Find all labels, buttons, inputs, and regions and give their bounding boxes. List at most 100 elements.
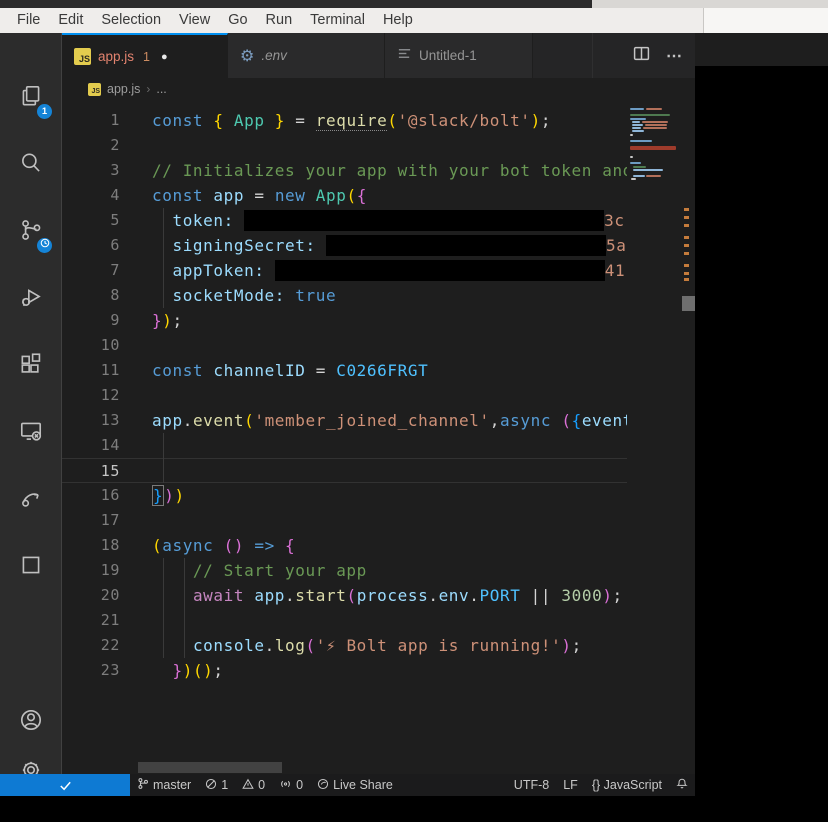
status-item-0[interactable]: 0 <box>272 778 310 793</box>
indent-guide <box>163 208 164 308</box>
menu-edit[interactable]: Edit <box>49 8 92 33</box>
more-actions-icon[interactable]: ⋯ <box>666 46 683 66</box>
menu-file[interactable]: File <box>8 8 49 33</box>
explorer-icon[interactable]: 1 <box>0 71 62 121</box>
code-editor[interactable]: 1const { App } = require('@slack/bolt');… <box>62 100 695 774</box>
tab-error-count: 1 <box>143 50 150 64</box>
remote-explorer-icon[interactable] <box>0 406 62 456</box>
horizontal-scrollbar-thumb[interactable] <box>138 762 282 773</box>
ports-icon <box>279 778 292 793</box>
minimap-line <box>643 127 667 129</box>
line-content: const app = new App({ <box>152 183 367 208</box>
breadcrumb[interactable]: JS app.js › ... <box>62 78 695 100</box>
minimap[interactable] <box>630 108 678 348</box>
live-share-icon <box>317 778 329 793</box>
code-line-12: 12 <box>62 383 627 408</box>
menu-selection[interactable]: Selection <box>92 8 170 33</box>
status-item-0[interactable]: 0 <box>235 778 272 793</box>
line-number: 16 <box>62 483 120 508</box>
minimap-line <box>633 166 646 168</box>
overview-ruler-mark <box>684 208 689 211</box>
status-item-utf-8[interactable]: UTF-8 <box>507 778 556 792</box>
minimap-line <box>630 118 646 120</box>
menu-help[interactable]: Help <box>374 8 422 33</box>
status-item-1[interactable]: 1 <box>198 778 235 793</box>
overview-ruler-mark <box>684 216 689 219</box>
status-label: 1 <box>221 778 228 792</box>
status-label: Live Share <box>333 778 393 792</box>
status-bar: master100Live ShareUTF-8LF{} JavaScript <box>0 774 695 796</box>
code-line-15: 15 <box>62 458 627 483</box>
line-number: 20 <box>62 583 120 608</box>
line-content: token: 3c <box>152 208 625 233</box>
extensions-icon[interactable] <box>0 339 62 389</box>
tab-label: .env <box>261 48 287 63</box>
code-line-10: 10 <box>62 333 627 358</box>
minimap-line <box>630 156 633 158</box>
code-line-22: 22 console.log('⚡ Bolt app is running!')… <box>62 633 627 658</box>
code-line-16: 16})) <box>62 483 627 508</box>
source-control-icon[interactable] <box>0 205 62 255</box>
status-label: UTF-8 <box>514 778 549 792</box>
menu-terminal[interactable]: Terminal <box>301 8 374 33</box>
menu-go[interactable]: Go <box>219 8 256 33</box>
minimap-line <box>630 162 641 164</box>
line-number: 18 <box>62 533 120 558</box>
remote-indicator[interactable] <box>0 774 130 796</box>
line-content: appToken: 41 <box>152 258 625 283</box>
editor-actions: ⋯ <box>633 33 683 78</box>
overview-ruler-mark <box>684 264 689 267</box>
indent-guide <box>163 433 164 483</box>
js-file-icon: JS <box>88 83 101 96</box>
minimap-line <box>646 175 661 177</box>
code-line-6: 6 signingSecret: 5a <box>62 233 627 258</box>
status-item-master[interactable]: master <box>130 777 198 793</box>
line-number: 8 <box>62 283 120 308</box>
status-item-bell-icon[interactable] <box>669 777 695 793</box>
status-label: 0 <box>296 778 303 792</box>
run-debug-icon[interactable] <box>0 272 62 322</box>
status-item-live-share[interactable]: Live Share <box>310 778 400 793</box>
minimap-line <box>633 175 645 177</box>
warning-icon <box>242 778 254 793</box>
code-line-17: 17 <box>62 508 627 533</box>
minimap-line <box>632 130 644 132</box>
vscode-main-area: 11 ⋯ JSapp.js1●⚙.envUntitled-1 JS app.js… <box>0 33 828 774</box>
status-item--javascript[interactable]: {} JavaScript <box>585 778 669 792</box>
background-window-strip <box>592 0 828 8</box>
square-tool-icon[interactable] <box>0 540 62 590</box>
minimap-line <box>630 134 633 136</box>
line-content: })(); <box>152 658 224 683</box>
line-number: 13 <box>62 408 120 433</box>
live-share-icon[interactable] <box>0 473 62 523</box>
code-line-13: 13app.event('member_joined_channel',asyn… <box>62 408 627 433</box>
line-content: // Initializes your app with your bot to… <box>152 158 627 183</box>
vertical-scrollbar-thumb[interactable] <box>682 296 695 311</box>
minimap-line <box>630 140 652 142</box>
tab-untitled-1[interactable]: Untitled-1 <box>385 33 533 78</box>
breadcrumb-more[interactable]: ... <box>156 82 166 96</box>
accounts-icon[interactable] <box>0 695 62 745</box>
code-line-5: 5 token: 3c <box>62 208 627 233</box>
error-icon <box>205 778 217 793</box>
window-top-strip <box>0 0 592 8</box>
menu-bar: FileEditSelectionViewGoRunTerminalHelp <box>0 8 703 33</box>
redacted-secret <box>326 235 606 256</box>
tab-app-js[interactable]: JSapp.js1● <box>62 33 228 78</box>
menu-view[interactable]: View <box>170 8 219 33</box>
minimap-line <box>646 108 662 110</box>
menu-run[interactable]: Run <box>257 8 302 33</box>
breadcrumb-file[interactable]: app.js <box>107 82 140 96</box>
code-line-11: 11const channelID = C0266FRGT <box>62 358 627 383</box>
search-icon[interactable] <box>0 138 62 188</box>
tab--env[interactable]: ⚙.env <box>228 33 385 78</box>
minimap-line <box>642 121 668 123</box>
code-line-9: 9}); <box>62 308 627 333</box>
menu-bar-right-area <box>703 8 828 33</box>
status-label: master <box>153 778 191 792</box>
modified-dot-icon[interactable]: ● <box>161 51 168 63</box>
line-number: 12 <box>62 383 120 408</box>
status-item-lf[interactable]: LF <box>556 778 585 792</box>
tab-label: app.js <box>98 49 134 64</box>
split-editor-icon[interactable] <box>633 45 650 67</box>
